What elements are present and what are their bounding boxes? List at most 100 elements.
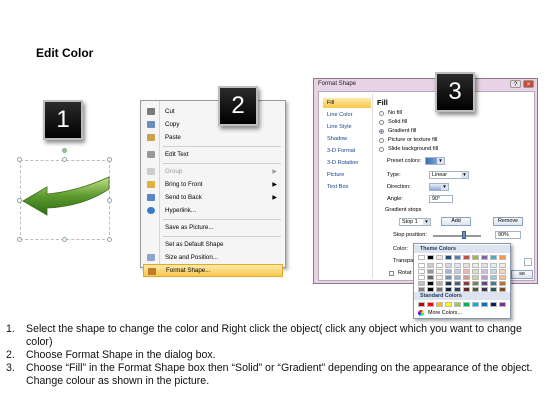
color-swatch[interactable] xyxy=(490,281,497,286)
remove-stop-button[interactable]: Remove xyxy=(493,217,523,226)
color-swatch[interactable] xyxy=(454,269,461,274)
menu-item-set-default-shape[interactable]: Set as Default Shape xyxy=(143,238,283,251)
color-swatch[interactable] xyxy=(418,302,425,307)
menu-item-cut[interactable]: Cut xyxy=(143,105,283,118)
menu-item-format-shape[interactable]: Format Shape... xyxy=(143,264,283,277)
stop-position-thumb[interactable] xyxy=(462,231,466,239)
color-swatch[interactable] xyxy=(490,302,497,307)
resize-handle[interactable] xyxy=(62,237,67,242)
category-3d-rotation[interactable]: 3-D Rotation xyxy=(323,158,371,168)
color-swatch[interactable] xyxy=(418,287,425,292)
color-swatch[interactable] xyxy=(472,269,479,274)
color-swatch[interactable] xyxy=(490,287,497,292)
category-line-color[interactable]: Line Color xyxy=(323,110,371,120)
color-swatch[interactable] xyxy=(463,281,470,286)
radio-solid-fill[interactable]: Solid fill xyxy=(379,119,407,125)
color-swatch[interactable] xyxy=(445,287,452,292)
color-swatch[interactable] xyxy=(445,275,452,280)
color-swatch[interactable] xyxy=(463,287,470,292)
radio-slide-background-fill[interactable]: Slide background fill xyxy=(379,146,438,152)
color-swatch[interactable] xyxy=(454,275,461,280)
color-swatch[interactable] xyxy=(481,275,488,280)
category-fill[interactable]: Fill xyxy=(323,98,371,108)
stop-position-input[interactable]: 90% xyxy=(495,231,521,239)
color-swatch[interactable] xyxy=(481,281,488,286)
resize-handle[interactable] xyxy=(17,157,22,162)
color-swatch[interactable] xyxy=(454,281,461,286)
radio-no-fill[interactable]: No fill xyxy=(379,110,402,116)
color-swatch[interactable] xyxy=(436,255,443,260)
color-swatch[interactable] xyxy=(427,255,434,260)
rotate-checkbox[interactable]: Rotat xyxy=(389,270,411,276)
resize-handle[interactable] xyxy=(17,237,22,242)
color-swatch[interactable] xyxy=(445,302,452,307)
color-swatch[interactable] xyxy=(499,275,506,280)
category-shadow[interactable]: Shadow xyxy=(323,134,371,144)
color-swatch[interactable] xyxy=(454,302,461,307)
more-colors-option[interactable]: More Colors... xyxy=(418,310,462,316)
color-swatch[interactable] xyxy=(472,287,479,292)
color-swatch[interactable] xyxy=(463,269,470,274)
category-text-box[interactable]: Text Box xyxy=(323,182,371,192)
color-swatch[interactable] xyxy=(472,255,479,260)
category-picture[interactable]: Picture xyxy=(323,170,371,180)
color-swatch[interactable] xyxy=(463,275,470,280)
color-swatch[interactable] xyxy=(418,269,425,274)
close-button[interactable]: se xyxy=(511,270,533,279)
color-swatch[interactable] xyxy=(445,281,452,286)
color-swatch[interactable] xyxy=(418,275,425,280)
menu-item-group[interactable]: Group ▶ xyxy=(143,165,283,178)
menu-item-send-to-back[interactable]: Send to Back ▶ xyxy=(143,191,283,204)
color-swatch[interactable] xyxy=(490,275,497,280)
color-swatch[interactable] xyxy=(499,263,506,268)
color-swatch[interactable] xyxy=(436,281,443,286)
resize-handle[interactable] xyxy=(62,157,67,162)
color-swatch[interactable] xyxy=(427,269,434,274)
color-swatch[interactable] xyxy=(490,263,497,268)
color-swatch[interactable] xyxy=(499,287,506,292)
color-swatch[interactable] xyxy=(490,255,497,260)
color-swatch[interactable] xyxy=(445,255,452,260)
menu-item-size-position[interactable]: Size and Position... xyxy=(143,251,283,264)
resize-handle[interactable] xyxy=(107,157,112,162)
color-swatch[interactable] xyxy=(481,255,488,260)
color-swatch[interactable] xyxy=(499,255,506,260)
color-swatch[interactable] xyxy=(436,287,443,292)
color-swatch[interactable] xyxy=(427,263,434,268)
selected-shape-area[interactable] xyxy=(20,160,110,240)
color-swatch[interactable] xyxy=(436,275,443,280)
color-swatch[interactable] xyxy=(472,275,479,280)
menu-item-save-as-picture[interactable]: Save as Picture... xyxy=(143,221,283,234)
category-3d-format[interactable]: 3-D Format xyxy=(323,146,371,156)
color-swatch[interactable] xyxy=(463,255,470,260)
color-swatch[interactable] xyxy=(427,287,434,292)
color-swatch[interactable] xyxy=(499,302,506,307)
color-swatch[interactable] xyxy=(427,281,434,286)
help-icon[interactable]: ? xyxy=(510,80,521,88)
color-swatch[interactable] xyxy=(490,269,497,274)
color-swatch[interactable] xyxy=(436,263,443,268)
color-swatch[interactable] xyxy=(481,302,488,307)
color-swatch[interactable] xyxy=(427,302,434,307)
menu-item-paste[interactable]: Paste xyxy=(143,131,283,144)
menu-item-bring-to-front[interactable]: Bring to Front ▶ xyxy=(143,178,283,191)
rotation-handle[interactable] xyxy=(62,148,67,153)
color-swatch[interactable] xyxy=(454,287,461,292)
color-swatch[interactable] xyxy=(418,263,425,268)
close-icon[interactable]: × xyxy=(523,80,534,88)
color-swatch[interactable] xyxy=(463,263,470,268)
color-swatch[interactable] xyxy=(481,263,488,268)
preset-colors-dropdown[interactable]: ▼ xyxy=(425,157,445,165)
menu-item-hyperlink[interactable]: Hyperlink... xyxy=(143,204,283,217)
menu-item-copy[interactable]: Copy xyxy=(143,118,283,131)
angle-input[interactable]: 90° xyxy=(429,195,453,203)
color-swatch[interactable] xyxy=(463,302,470,307)
color-swatch[interactable] xyxy=(436,269,443,274)
stop-select[interactable]: Stop 1 ▼ xyxy=(399,218,431,226)
stop-position-track[interactable] xyxy=(433,235,481,237)
color-swatch[interactable] xyxy=(454,255,461,260)
category-line-style[interactable]: Line Style xyxy=(323,122,371,132)
color-swatch[interactable] xyxy=(472,263,479,268)
radio-gradient-fill[interactable]: Gradient fill xyxy=(379,128,416,134)
resize-handle[interactable] xyxy=(107,237,112,242)
